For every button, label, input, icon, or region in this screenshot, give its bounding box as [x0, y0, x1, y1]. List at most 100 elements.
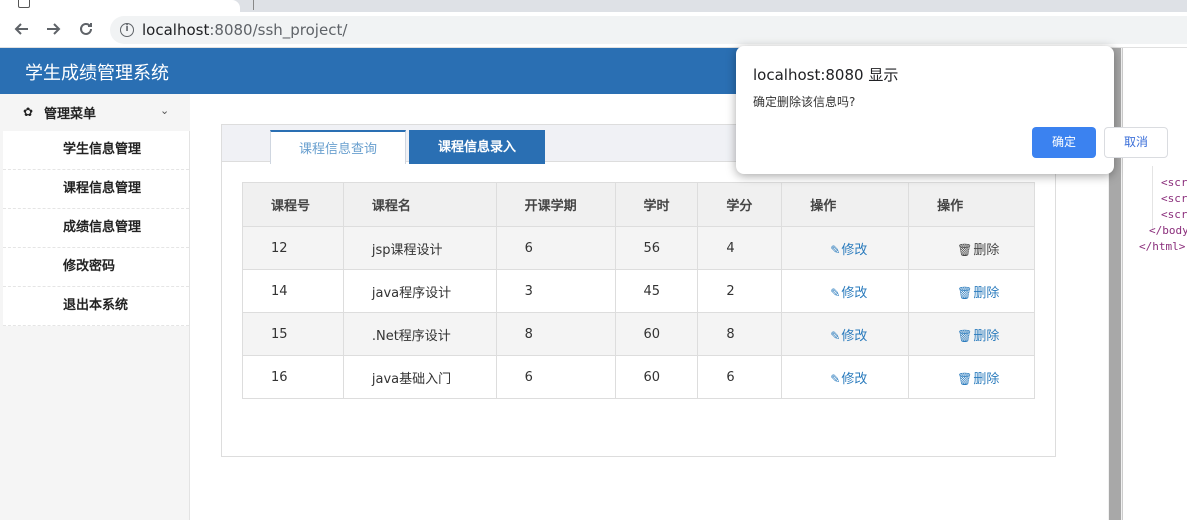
page-icon	[18, 0, 30, 8]
cell-credits: 2	[697, 269, 783, 313]
cell-delete: 🗑删除	[908, 312, 1035, 356]
delete-link[interactable]: 🗑删除	[957, 286, 999, 301]
cell-term: 6	[495, 355, 616, 399]
cell-course-id: 15	[242, 312, 344, 356]
reload-icon	[80, 22, 92, 35]
header-term: 开课学期	[495, 182, 616, 227]
devtools-line[interactable]: <scr	[1161, 192, 1187, 205]
cell-hours: 60	[614, 312, 699, 356]
header-action-edit: 操作	[781, 182, 910, 227]
edit-icon: ✎	[830, 371, 841, 386]
devtools-indent-guide	[1152, 166, 1153, 230]
cell-edit: ✎修改	[781, 355, 910, 399]
devtools-line[interactable]: </html>	[1139, 240, 1185, 253]
confirm-dialog: localhost:8080 显示 确定删除该信息吗? 确定 取消	[736, 46, 1168, 174]
delete-link[interactable]: 🗑删除	[957, 243, 999, 258]
devtools-line[interactable]: </body	[1149, 224, 1187, 237]
menu-list: 学生信息管理 课程信息管理 成绩信息管理 修改密码 退出本系统	[3, 131, 189, 326]
menu-header[interactable]: ✿ 管理菜单 ⌄	[0, 94, 190, 131]
cell-course-id: 12	[242, 226, 344, 270]
edit-label: 修改	[841, 371, 868, 387]
sidebar: ✿ 管理菜单 ⌄ 学生信息管理 课程信息管理 成绩信息管理 修改密码 退出本系统	[0, 94, 190, 520]
course-table: 课程号 课程名 开课学期 学时 学分 操作 操作 12 jsp课程设计 6 56…	[242, 182, 1035, 399]
header-hours: 学时	[614, 182, 699, 227]
edit-label: 修改	[841, 242, 868, 258]
edit-link[interactable]: ✎修改	[830, 243, 867, 258]
table-row: 15 .Net程序设计 8 60 8 ✎修改 🗑删除	[242, 312, 1035, 356]
sidebar-item-grade-info[interactable]: 成绩信息管理	[3, 209, 189, 248]
browser-toolbar: i localhost:8080/ssh_project/	[0, 12, 1187, 48]
dialog-title: localhost:8080 显示	[753, 66, 899, 84]
info-icon[interactable]: i	[120, 23, 134, 37]
table-row: 16 java基础入门 6 60 6 ✎修改 🗑删除	[242, 355, 1035, 399]
trash-icon: 🗑	[957, 285, 973, 300]
edit-link[interactable]: ✎修改	[830, 372, 867, 387]
table-header-row: 课程号 课程名 开课学期 学时 学分 操作 操作	[242, 182, 1035, 227]
edit-icon: ✎	[830, 328, 841, 343]
browser-tab-strip	[0, 0, 1187, 12]
cell-course-id: 14	[242, 269, 344, 313]
edit-label: 修改	[841, 328, 868, 344]
address-bar[interactable]: i localhost:8080/ssh_project/	[110, 16, 1187, 44]
trash-icon: 🗑	[957, 371, 973, 386]
menu-title: 管理菜单	[44, 107, 97, 122]
cell-term: 6	[495, 226, 616, 270]
table-row: 12 jsp课程设计 6 56 4 ✎修改 🗑删除	[242, 226, 1035, 270]
back-button[interactable]	[11, 18, 33, 40]
cell-delete: 🗑删除	[908, 269, 1035, 313]
gear-icon: ✿	[23, 105, 34, 119]
dialog-ok-button[interactable]: 确定	[1032, 127, 1096, 158]
devtools-line[interactable]: <scr	[1161, 208, 1187, 221]
cell-edit: ✎修改	[781, 226, 910, 270]
edit-link[interactable]: ✎修改	[830, 329, 867, 344]
delete-label: 删除	[973, 371, 1000, 387]
reload-button[interactable]	[75, 18, 97, 40]
arrow-left-icon	[14, 23, 28, 35]
cell-course-id: 16	[242, 355, 344, 399]
cell-delete: 🗑删除	[908, 226, 1035, 270]
dialog-cancel-button[interactable]: 取消	[1104, 127, 1168, 158]
arrow-right-icon	[47, 23, 61, 35]
edit-link[interactable]: ✎修改	[830, 286, 867, 301]
header-course-id: 课程号	[242, 182, 344, 227]
trash-icon: 🗑	[957, 328, 973, 343]
devtools-line[interactable]: <scr	[1161, 176, 1187, 189]
app-title: 学生成绩管理系统	[25, 63, 169, 84]
sidebar-item-course-info[interactable]: 课程信息管理	[3, 170, 189, 209]
sidebar-item-logout[interactable]: 退出本系统	[3, 287, 189, 326]
browser-tab[interactable]	[0, 0, 240, 12]
sidebar-item-change-password[interactable]: 修改密码	[3, 248, 189, 287]
edit-icon: ✎	[830, 242, 841, 257]
header-course-name: 课程名	[342, 182, 497, 227]
edit-label: 修改	[841, 285, 868, 301]
cell-credits: 4	[697, 226, 783, 270]
url-text: localhost:8080/ssh_project/	[142, 21, 347, 39]
cell-edit: ✎修改	[781, 269, 910, 313]
tab-course-entry[interactable]: 课程信息录入	[409, 130, 545, 164]
delete-label: 删除	[973, 285, 1000, 301]
header-action-delete: 操作	[908, 182, 1035, 227]
cell-hours: 56	[614, 226, 699, 270]
cell-delete: 🗑删除	[908, 355, 1035, 399]
delete-label: 删除	[973, 328, 1000, 344]
devtools-panel: <scr <scr <scr </body </html>	[1122, 48, 1187, 520]
table-row: 14 java程序设计 3 45 2 ✎修改 🗑删除	[242, 269, 1035, 313]
cell-course-name: jsp课程设计	[342, 226, 497, 270]
dialog-message: 确定删除该信息吗?	[753, 95, 856, 109]
cell-hours: 45	[614, 269, 699, 313]
sidebar-item-student-info[interactable]: 学生信息管理	[3, 131, 189, 170]
cell-term: 3	[495, 269, 616, 313]
url-path: :8080/ssh_project/	[209, 21, 348, 39]
delete-link[interactable]: 🗑删除	[957, 329, 999, 344]
cell-course-name: java基础入门	[342, 355, 497, 399]
delete-label: 删除	[973, 242, 1000, 258]
delete-link[interactable]: 🗑删除	[957, 372, 999, 387]
header-credits: 学分	[697, 182, 783, 227]
url-host: localhost	[142, 21, 210, 39]
forward-button[interactable]	[42, 18, 64, 40]
tab-course-query[interactable]: 课程信息查询	[270, 130, 406, 164]
cell-credits: 6	[697, 355, 783, 399]
chevron-down-icon[interactable]: ⌄	[160, 104, 169, 117]
cell-credits: 8	[697, 312, 783, 356]
cell-term: 8	[495, 312, 616, 356]
